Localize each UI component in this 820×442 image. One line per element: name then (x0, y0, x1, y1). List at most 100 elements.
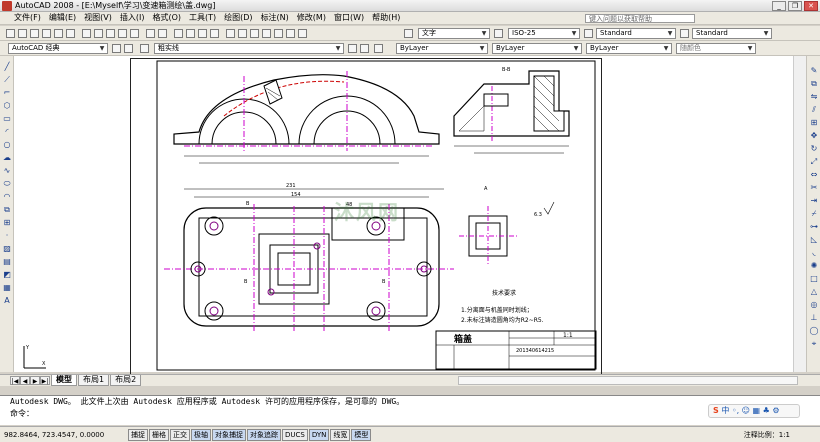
menu-insert[interactable]: 插入(I) (116, 12, 149, 24)
extend-icon[interactable]: ⇥ (809, 196, 819, 205)
make-block-icon[interactable]: ⊞ (2, 218, 12, 227)
menu-dimension[interactable]: 标注(N) (257, 12, 293, 24)
text-style-combo[interactable]: 文字 ▼ (418, 28, 490, 39)
layer-states-icon[interactable] (374, 44, 383, 53)
horizontal-scrollbar[interactable] (458, 376, 798, 385)
construction-line-icon[interactable]: ⟋ (2, 75, 12, 84)
erase-icon[interactable]: ✎ (809, 66, 819, 75)
multiline-text-icon[interactable]: A (2, 296, 12, 305)
color-combo[interactable]: ByLayer ▼ (396, 43, 488, 54)
polygon-icon[interactable]: ⬡ (2, 101, 12, 110)
osnap-center-icon[interactable]: ◎ (809, 300, 819, 309)
pan-icon[interactable] (174, 29, 183, 38)
revision-cloud-icon[interactable]: ☁ (2, 153, 12, 162)
zoom-realtime-icon[interactable] (186, 29, 195, 38)
next-tab-icon[interactable]: ▶ (30, 376, 40, 385)
table-icon[interactable]: ▦ (2, 283, 12, 292)
command-prompt[interactable]: 命令： (0, 408, 820, 420)
ellipse-icon[interactable]: ⬭ (2, 179, 12, 188)
cut-icon[interactable] (82, 29, 91, 38)
plotstyle-combo[interactable]: 随颜色 ▼ (676, 43, 756, 54)
rectangle-icon[interactable]: ▭ (2, 114, 12, 123)
osnap-perpendicular-icon[interactable]: ⊥ (809, 313, 819, 322)
publish-icon[interactable] (66, 29, 75, 38)
sheet-set-icon[interactable] (262, 29, 271, 38)
chamfer-icon[interactable]: ◺ (809, 235, 819, 244)
minimize-button[interactable]: _ (772, 1, 786, 11)
ortho-toggle[interactable]: 正交 (170, 428, 190, 441)
offset-icon[interactable]: ⫽ (809, 105, 819, 114)
mleader-style-icon[interactable] (680, 29, 689, 38)
menu-view[interactable]: 视图(V) (80, 12, 116, 24)
plot-icon[interactable] (42, 29, 51, 38)
first-tab-icon[interactable]: |◀ (10, 376, 20, 385)
osnap-endpoint-icon[interactable]: □ (809, 274, 819, 283)
quickcalc-icon[interactable] (286, 29, 295, 38)
menu-tools[interactable]: 工具(T) (185, 12, 220, 24)
drawing-canvas[interactable]: B-B 231 154 B B B 48 A 6.3 技术要求 1.分离面与机盖… (14, 56, 806, 375)
layer-manager-icon[interactable] (140, 44, 149, 53)
polyline-icon[interactable]: ⌐ (2, 88, 12, 97)
array-icon[interactable]: ⊞ (809, 118, 819, 127)
move-icon[interactable]: ✥ (809, 131, 819, 140)
workspace-settings-icon[interactable] (112, 44, 121, 53)
hatch-icon[interactable]: ▨ (2, 244, 12, 253)
zoom-previous-icon[interactable] (210, 29, 219, 38)
copy-icon[interactable] (94, 29, 103, 38)
preview-icon[interactable] (54, 29, 63, 38)
rotate-icon[interactable]: ↻ (809, 144, 819, 153)
trim-icon[interactable]: ✂ (809, 183, 819, 192)
save-workspace-icon[interactable] (124, 44, 133, 53)
point-icon[interactable]: · (2, 231, 12, 240)
design-center-icon[interactable] (238, 29, 247, 38)
explode-icon[interactable]: ✺ (809, 261, 819, 270)
restore-button[interactable]: ❐ (788, 1, 802, 11)
copy-object-icon[interactable]: ⧉ (809, 79, 819, 88)
block-editor-icon[interactable] (130, 29, 139, 38)
menu-window[interactable]: 窗口(W) (330, 12, 368, 24)
arc-icon[interactable]: ◜ (2, 127, 12, 136)
annotation-scale[interactable]: 注释比例：1:1 (744, 430, 790, 440)
save-icon[interactable] (30, 29, 39, 38)
autocad-app-icon[interactable] (2, 0, 12, 11)
dyn-toggle[interactable]: DYN (308, 428, 330, 441)
region-icon[interactable]: ◩ (2, 270, 12, 279)
help-search-input[interactable]: 键入问题以获取帮助 (585, 14, 695, 23)
table-style-combo[interactable]: Standard ▼ (596, 28, 676, 39)
close-button[interactable]: ✕ (804, 1, 818, 11)
osnap-toggle[interactable]: 对象捕捉 (212, 428, 246, 441)
workspace-combo[interactable]: AutoCAD 经典 ▼ (8, 43, 108, 54)
properties-icon[interactable] (226, 29, 235, 38)
spline-icon[interactable]: ∿ (2, 166, 12, 175)
osnap-midpoint-icon[interactable]: △ (809, 287, 819, 296)
break-icon[interactable]: ⌿ (809, 209, 819, 218)
match-properties-icon[interactable] (118, 29, 127, 38)
grid-toggle[interactable]: 栅格 (149, 428, 169, 441)
osnap-tangent-icon[interactable]: ◯ (809, 326, 819, 335)
markup-icon[interactable] (274, 29, 283, 38)
menu-draw[interactable]: 绘图(D) (220, 12, 256, 24)
ellipse-arc-icon[interactable]: ◠ (2, 192, 12, 201)
menu-edit[interactable]: 编辑(E) (45, 12, 80, 24)
mirror-icon[interactable]: ⇋ (809, 92, 819, 101)
table-style-icon[interactable] (584, 29, 593, 38)
linetype-combo[interactable]: ByLayer ▼ (492, 43, 582, 54)
dim-style-icon[interactable] (494, 29, 503, 38)
open-icon[interactable] (18, 29, 27, 38)
polar-toggle[interactable]: 极轴 (191, 428, 211, 441)
tab-layout1[interactable]: 布局1 (78, 375, 110, 386)
ducs-toggle[interactable]: DUCS (282, 428, 308, 441)
model-toggle[interactable]: 模型 (351, 428, 372, 441)
insert-block-icon[interactable]: ⧉ (2, 205, 12, 214)
menu-format[interactable]: 格式(O) (148, 12, 185, 24)
circle-icon[interactable]: ○ (2, 140, 12, 149)
dim-style-combo[interactable]: ISO-25 ▼ (508, 28, 580, 39)
fillet-icon[interactable]: ◟ (809, 248, 819, 257)
mleader-style-combo[interactable]: Standard ▼ (692, 28, 772, 39)
stretch-icon[interactable]: ⇔ (809, 170, 819, 179)
snap-toggle[interactable]: 捕捉 (128, 428, 148, 441)
otrack-toggle[interactable]: 对象追踪 (247, 428, 281, 441)
text-style-icon[interactable] (404, 29, 413, 38)
tool-palettes-icon[interactable] (250, 29, 259, 38)
layer-previous-icon[interactable] (360, 44, 369, 53)
